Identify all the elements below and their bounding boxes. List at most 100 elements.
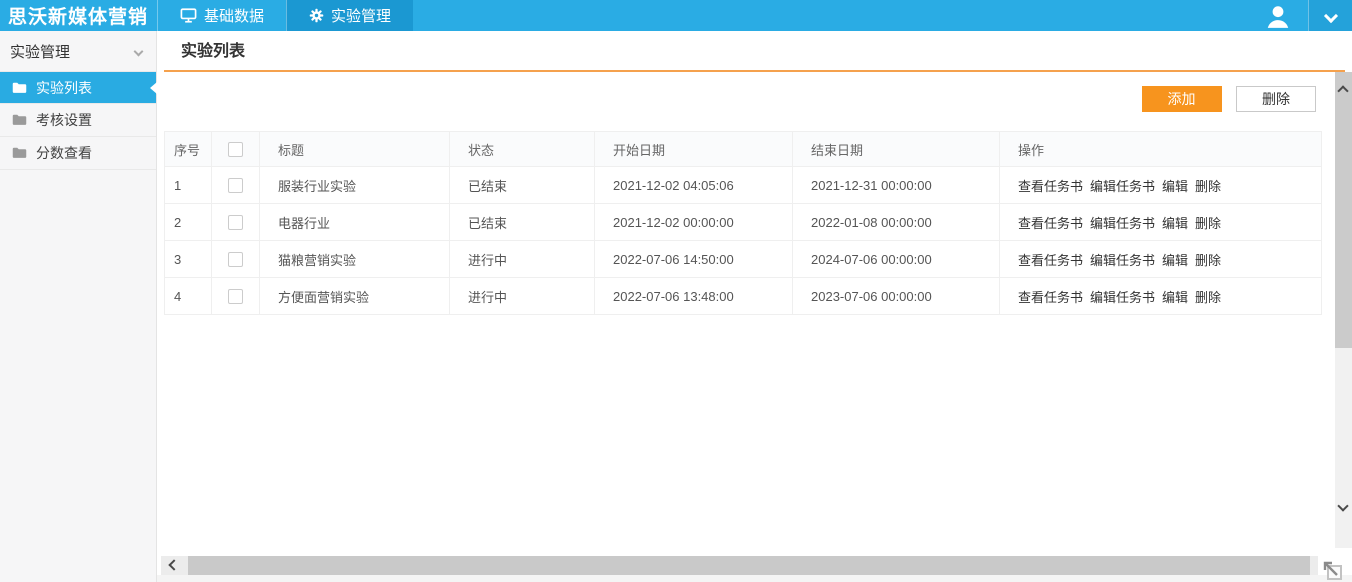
resize-grip-icon[interactable] (1320, 558, 1344, 582)
edit-link[interactable]: 编辑 (1162, 253, 1188, 268)
table-body: 1 服装行业实验 已结束 2021-12-02 04:05:06 2021-12… (164, 166, 1322, 315)
toolbar: 添加 删除 (157, 86, 1316, 112)
row-checkbox[interactable] (228, 289, 243, 305)
row-status-cell: 已结束 (449, 166, 595, 204)
monitor-icon (180, 8, 197, 23)
row-checkbox[interactable] (228, 178, 243, 194)
folder-icon (12, 147, 27, 159)
row-actions-cell: 查看任务书 编辑任务书 编辑 删除 (999, 240, 1322, 278)
row-start-date-cell: 2022-07-06 13:48:00 (594, 277, 793, 315)
table-row: 3 猫粮营销实验 进行中 2022-07-06 14:50:00 2024-07… (164, 240, 1322, 278)
sidebar-item-label: 实验列表 (36, 79, 92, 96)
view-task-doc-link[interactable]: 查看任务书 (1018, 290, 1083, 305)
vertical-scrollbar[interactable] (1335, 72, 1352, 548)
page-title: 实验列表 (164, 31, 1345, 72)
gear-icon (309, 8, 324, 23)
row-actions-cell: 查看任务书 编辑任务书 编辑 删除 (999, 166, 1322, 204)
sidebar-item-label: 分数查看 (36, 145, 92, 161)
row-end-date-cell: 2023-07-06 00:00:00 (792, 277, 1000, 315)
delete-link[interactable]: 删除 (1195, 179, 1221, 194)
row-checkbox[interactable] (228, 215, 243, 231)
view-task-doc-link[interactable]: 查看任务书 (1018, 179, 1083, 194)
header-status: 状态 (449, 131, 595, 167)
tab-experiment-management[interactable]: 实验管理 (286, 0, 414, 31)
folder-icon (12, 114, 27, 126)
sidebar-item-score-view[interactable]: 分数查看 (0, 137, 156, 170)
row-index-cell: 1 (164, 166, 212, 204)
scroll-down-icon[interactable] (1337, 500, 1349, 512)
user-icon (1264, 3, 1292, 29)
edit-task-doc-link[interactable]: 编辑任务书 (1090, 290, 1155, 305)
edit-link[interactable]: 编辑 (1162, 290, 1188, 305)
select-all-checkbox[interactable] (228, 142, 243, 158)
table-row: 4 方便面营销实验 进行中 2022-07-06 13:48:00 2023-0… (164, 277, 1322, 315)
sidebar-item-assessment-settings[interactable]: 考核设置 (0, 104, 156, 137)
row-status-cell: 进行中 (449, 277, 595, 315)
view-task-doc-link[interactable]: 查看任务书 (1018, 216, 1083, 231)
topbar-dropdown-button[interactable] (1308, 0, 1352, 31)
header-operations: 操作 (999, 131, 1322, 167)
user-menu-button[interactable] (1248, 0, 1308, 31)
row-checkbox-cell (211, 277, 260, 315)
sidebar-item-label: 考核设置 (36, 112, 92, 128)
view-task-doc-link[interactable]: 查看任务书 (1018, 253, 1083, 268)
table-header-row: 序号 标题 状态 开始日期 结束日期 操作 (164, 131, 1322, 167)
horizontal-scrollbar[interactable] (161, 556, 1318, 575)
row-end-date-cell: 2021-12-31 00:00:00 (792, 166, 1000, 204)
row-end-date-cell: 2022-01-08 00:00:00 (792, 203, 1000, 241)
header-start-date: 开始日期 (594, 131, 793, 167)
delete-link[interactable]: 删除 (1195, 216, 1221, 231)
row-start-date-cell: 2021-12-02 00:00:00 (594, 203, 793, 241)
horizontal-scrollbar-thumb[interactable] (188, 556, 1310, 575)
folder-icon (12, 82, 27, 94)
sidebar-group-label: 实验管理 (10, 43, 71, 61)
tab-experiment-management-label: 实验管理 (331, 8, 392, 25)
row-status-cell: 进行中 (449, 240, 595, 278)
row-index-cell: 4 (164, 277, 212, 315)
chevron-down-icon (1323, 8, 1338, 23)
table-row: 1 服装行业实验 已结束 2021-12-02 04:05:06 2021-12… (164, 166, 1322, 204)
row-title-cell: 方便面营销实验 (259, 277, 450, 315)
delete-link[interactable]: 删除 (1195, 253, 1221, 268)
row-title-cell: 电器行业 (259, 203, 450, 241)
tab-basic-data-label: 基础数据 (204, 8, 265, 25)
top-navigation-bar: 思沃新媒体营销 基础数据 实验管理 (0, 0, 1352, 31)
add-button[interactable]: 添加 (1141, 86, 1222, 112)
edit-task-doc-link[interactable]: 编辑任务书 (1090, 216, 1155, 231)
row-status-cell: 已结束 (449, 203, 595, 241)
sidebar: 实验管理 实验列表 考核设置 分数查看 (0, 31, 157, 582)
row-actions-cell: 查看任务书 编辑任务书 编辑 删除 (999, 277, 1322, 315)
app-logo: 思沃新媒体营销 (8, 7, 149, 28)
row-checkbox-cell (211, 203, 260, 241)
delete-button[interactable]: 删除 (1236, 86, 1316, 112)
vertical-scrollbar-thumb[interactable] (1335, 72, 1352, 348)
tab-basic-data[interactable]: 基础数据 (157, 0, 286, 31)
row-checkbox-cell (211, 240, 260, 278)
edit-link[interactable]: 编辑 (1162, 179, 1188, 194)
row-checkbox[interactable] (228, 252, 243, 268)
bottom-strip (157, 575, 1352, 582)
table-row: 2 电器行业 已结束 2021-12-02 00:00:00 2022-01-0… (164, 203, 1322, 241)
main-content: 实验列表 添加 删除 序号 标题 状态 开始日期 结束日期 操作 1 服装行业实… (157, 31, 1352, 582)
sidebar-item-experiment-list[interactable]: 实验列表 (0, 72, 157, 104)
scroll-left-icon[interactable] (168, 559, 180, 571)
edit-link[interactable]: 编辑 (1162, 216, 1188, 231)
row-actions-cell: 查看任务书 编辑任务书 编辑 删除 (999, 203, 1322, 241)
experiment-table: 序号 标题 状态 开始日期 结束日期 操作 1 服装行业实验 已结束 2021-… (164, 131, 1322, 315)
row-checkbox-cell (211, 166, 260, 204)
row-index-cell: 3 (164, 240, 212, 278)
edit-task-doc-link[interactable]: 编辑任务书 (1090, 253, 1155, 268)
row-start-date-cell: 2022-07-06 14:50:00 (594, 240, 793, 278)
row-title-cell: 服装行业实验 (259, 166, 450, 204)
header-end-date: 结束日期 (792, 131, 1000, 167)
row-end-date-cell: 2024-07-06 00:00:00 (792, 240, 1000, 278)
row-title-cell: 猫粮营销实验 (259, 240, 450, 278)
edit-task-doc-link[interactable]: 编辑任务书 (1090, 179, 1155, 194)
chevron-down-icon (133, 46, 144, 56)
sidebar-group-experiment-management[interactable]: 实验管理 (0, 31, 156, 72)
header-select-all (211, 131, 260, 167)
delete-link[interactable]: 删除 (1195, 290, 1221, 305)
header-title: 标题 (259, 131, 450, 167)
header-index: 序号 (164, 131, 212, 167)
